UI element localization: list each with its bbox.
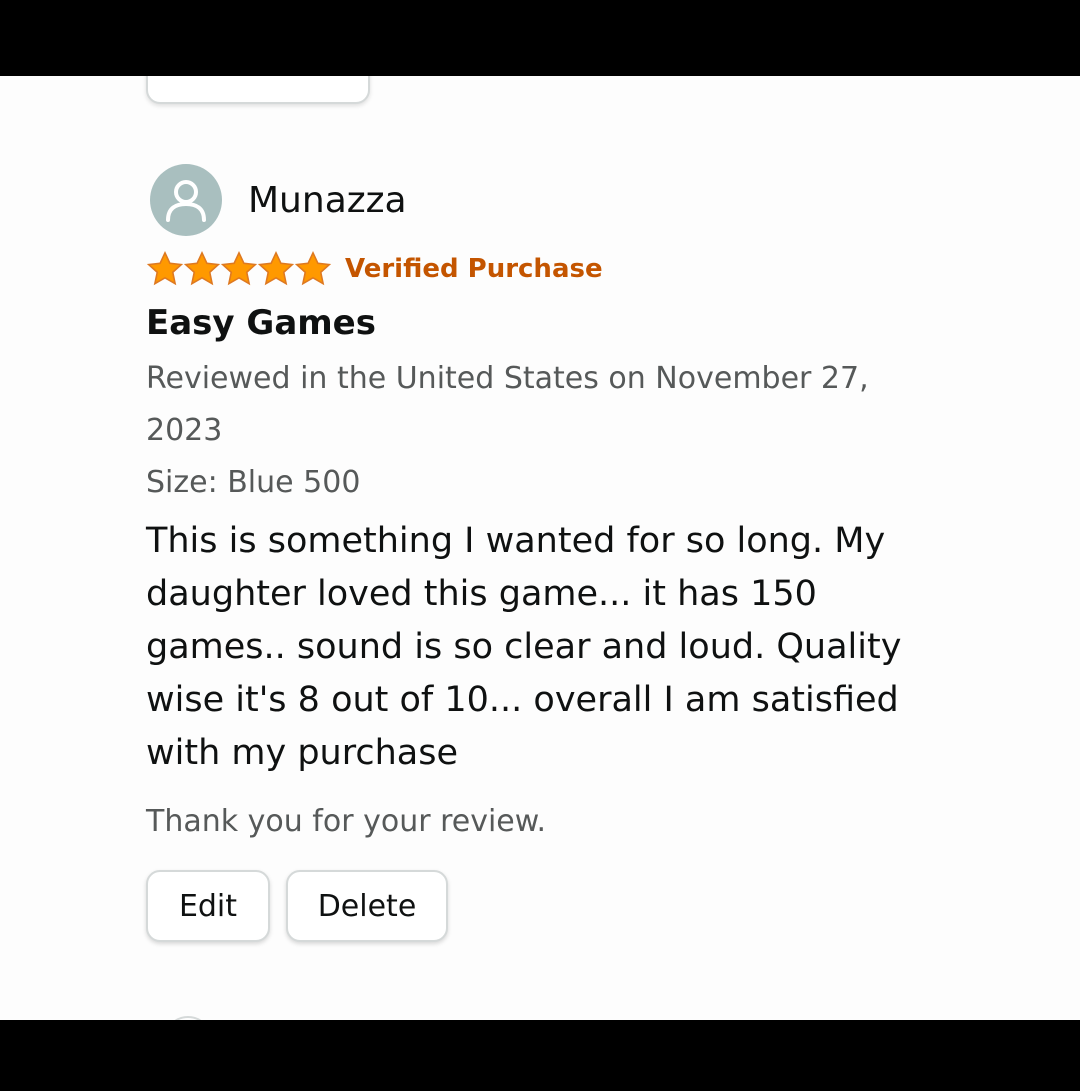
review-date: Reviewed in the United States on Novembe… (146, 361, 869, 448)
star-icon (257, 250, 295, 286)
edit-button[interactable]: Edit (146, 870, 270, 942)
review-title: Easy Games (146, 303, 376, 343)
review-variant-size: Size: Blue 500 (146, 465, 361, 500)
review-body: This is something I wanted for so long. … (146, 521, 902, 773)
reviewer-name: Munazza (248, 179, 407, 221)
reviews-panel: Munazza Verified Purchase Easy Games Rev… (0, 76, 1080, 1020)
star-rating[interactable] (146, 250, 332, 288)
delete-button[interactable]: Delete (286, 870, 448, 942)
reviewer-profile[interactable]: Munazza (150, 164, 1006, 236)
review-card: Munazza Verified Purchase Easy Games Rev… (146, 164, 1006, 942)
review-actions: Edit Delete (146, 870, 1006, 942)
person-icon (166, 180, 206, 222)
thank-you-message: Thank you for your review. (146, 804, 547, 839)
star-icon (294, 250, 332, 286)
next-review-avatar (164, 1016, 212, 1020)
avatar (150, 164, 222, 236)
star-icon (146, 250, 184, 286)
verified-purchase-badge: Verified Purchase (345, 254, 603, 284)
star-icon (220, 250, 258, 286)
rating-row: Verified Purchase (146, 249, 1006, 289)
previous-review-button[interactable] (146, 76, 370, 104)
star-icon (183, 250, 221, 286)
